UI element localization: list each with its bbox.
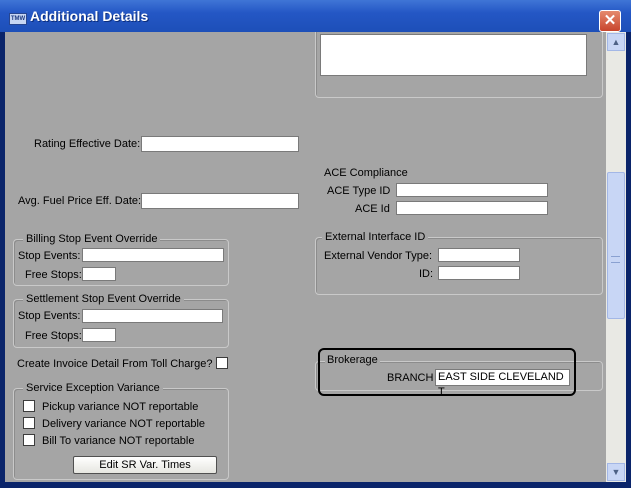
billing-free-stops-input[interactable] [82,267,116,281]
delivery-variance-checkbox[interactable] [23,417,35,429]
external-id-input[interactable] [438,266,520,280]
grip-icon [611,256,620,263]
avg-fuel-price-date-input[interactable] [141,193,299,209]
window-title: Additional Details [30,8,149,24]
settlement-stop-event-title: Settlement Stop Event Override [23,292,184,306]
title-bar[interactable]: TMW Additional Details ✕ [0,0,631,32]
ace-compliance-title: ACE Compliance [324,167,408,179]
ace-id-input[interactable] [396,201,548,215]
avg-fuel-price-date-label: Avg. Fuel Price Eff. Date: [18,195,142,207]
billing-stop-events-label: Stop Events: [18,250,81,262]
create-invoice-toll-checkbox[interactable] [216,357,228,369]
chevron-down-icon: ▼ [611,467,621,477]
billto-variance-checkbox[interactable] [23,434,35,446]
billing-stop-event-title: Billing Stop Event Override [23,232,161,246]
notes-textarea[interactable] [320,34,587,76]
dialog-window: TMW Additional Details ✕ Rating Effectiv… [0,0,631,488]
pickup-variance-label: Pickup variance NOT reportable [42,401,199,413]
rating-effective-date-label: Rating Effective Date: [34,138,141,150]
close-button[interactable]: ✕ [599,10,621,32]
pickup-variance-checkbox[interactable] [23,400,35,412]
settlement-stop-events-label: Stop Events: [18,310,81,322]
rating-effective-date-input[interactable] [141,136,299,152]
scroll-down-button[interactable]: ▼ [607,463,625,481]
create-invoice-toll-label: Create Invoice Detail From Toll Charge? [17,358,213,370]
billing-stop-events-input[interactable] [82,248,224,262]
dialog-content: Rating Effective Date: Avg. Fuel Price E… [5,32,626,482]
close-icon: ✕ [603,12,617,29]
chevron-up-icon: ▲ [611,37,621,47]
scroll-up-button[interactable]: ▲ [607,33,625,51]
ace-id-label: ACE Id [355,203,390,215]
vertical-scrollbar[interactable]: ▲ ▼ [606,32,626,482]
brokerage-highlight [318,348,576,396]
service-exception-title: Service Exception Variance [23,381,163,395]
edit-sr-var-times-button[interactable]: Edit SR Var. Times [73,456,217,474]
app-icon: TMW [9,13,27,25]
external-vendor-type-input[interactable] [438,248,520,262]
ace-type-id-input[interactable] [396,183,548,197]
ace-type-id-label: ACE Type ID [327,185,391,197]
settlement-free-stops-input[interactable] [82,328,116,342]
external-id-label: ID: [419,268,434,280]
delivery-variance-label: Delivery variance NOT reportable [42,418,206,430]
external-interface-title: External Interface ID [322,230,429,244]
scroll-thumb[interactable] [607,172,625,319]
settlement-stop-events-input[interactable] [82,309,223,323]
external-vendor-type-label: External Vendor Type: [324,250,433,262]
billing-free-stops-label: Free Stops: [25,269,82,281]
billto-variance-label: Bill To variance NOT reportable [42,435,195,447]
settlement-free-stops-label: Free Stops: [25,330,82,342]
